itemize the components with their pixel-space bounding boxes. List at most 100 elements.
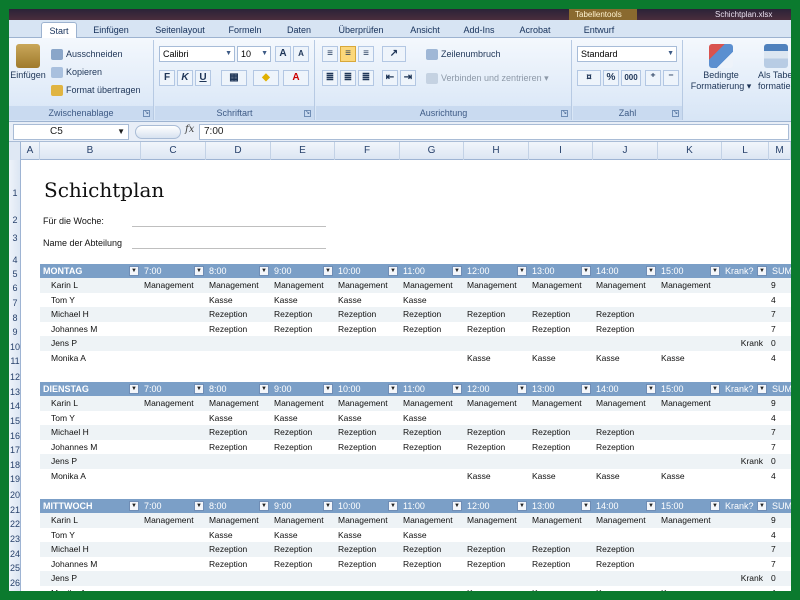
shift-cell[interactable]: Management	[335, 396, 400, 411]
shift-cell[interactable]: Management	[529, 278, 593, 293]
shift-cell[interactable]	[658, 336, 722, 351]
shift-cell[interactable]: Rezeption	[593, 440, 658, 455]
shift-cell[interactable]	[141, 351, 206, 366]
shift-cell[interactable]: Rezeption	[400, 542, 464, 557]
shift-cell[interactable]	[400, 454, 464, 469]
sum-cell[interactable]: 4	[769, 351, 791, 366]
shift-cell[interactable]	[658, 440, 722, 455]
filter-dropdown-icon[interactable]: ▼	[710, 501, 720, 511]
shift-cell[interactable]: Management	[529, 513, 593, 528]
shift-cell[interactable]: Rezeption	[400, 425, 464, 440]
insert-function-icon[interactable]: fx	[185, 124, 194, 135]
employee-name-cell[interactable]: Michael H	[40, 542, 141, 557]
shift-cell[interactable]	[206, 336, 271, 351]
sick-cell[interactable]	[722, 425, 769, 440]
alignment-launcher-icon[interactable]: ↘	[561, 110, 568, 117]
sum-cell[interactable]: 7	[769, 557, 791, 572]
number-format-select[interactable]: Standard ▼	[577, 46, 677, 62]
shift-cell[interactable]	[593, 293, 658, 308]
sick-cell[interactable]	[722, 278, 769, 293]
grow-font-button[interactable]: A	[275, 46, 291, 62]
shift-cell[interactable]: Kasse	[658, 586, 722, 591]
shift-cell[interactable]: Management	[335, 278, 400, 293]
shift-cell[interactable]	[658, 454, 722, 469]
shift-cell[interactable]	[529, 454, 593, 469]
shift-cell[interactable]: Kasse	[593, 351, 658, 366]
shift-cell[interactable]: Rezeption	[271, 425, 335, 440]
shift-cell[interactable]: Rezeption	[529, 425, 593, 440]
row-header[interactable]: 5	[9, 269, 21, 279]
align-middle-button[interactable]: ≡	[340, 46, 356, 62]
sum-cell[interactable]: 7	[769, 322, 791, 337]
conditional-formatting-button[interactable]: Bedingte Formatierung ▾	[686, 44, 756, 92]
shift-cell[interactable]	[141, 425, 206, 440]
sum-cell[interactable]: 0	[769, 571, 791, 586]
column-header[interactable]: K	[658, 142, 722, 160]
shift-cell[interactable]	[141, 557, 206, 572]
shift-cell[interactable]	[400, 571, 464, 586]
shift-cell[interactable]: Management	[529, 396, 593, 411]
merge-center-button[interactable]: Verbinden und zentrieren ▾	[426, 70, 549, 86]
shift-cell[interactable]	[271, 469, 335, 484]
sick-cell[interactable]	[722, 469, 769, 484]
shift-cell[interactable]: Rezeption	[271, 542, 335, 557]
shift-cell[interactable]: Rezeption	[400, 557, 464, 572]
align-top-button[interactable]: ≡	[322, 46, 338, 62]
shrink-font-button[interactable]: A	[293, 46, 309, 62]
shift-cell[interactable]: Management	[400, 278, 464, 293]
sick-cell[interactable]	[722, 307, 769, 322]
shift-cell[interactable]	[206, 586, 271, 591]
format-painter-button[interactable]: Format übertragen	[51, 82, 141, 98]
shift-cell[interactable]: Management	[464, 396, 529, 411]
sum-cell[interactable]: 7	[769, 542, 791, 557]
sick-cell[interactable]	[722, 351, 769, 366]
shift-cell[interactable]	[593, 336, 658, 351]
orientation-button[interactable]: ↗	[382, 46, 406, 62]
shift-cell[interactable]: Management	[400, 396, 464, 411]
shift-cell[interactable]: Management	[464, 513, 529, 528]
shift-cell[interactable]	[529, 336, 593, 351]
shift-cell[interactable]	[141, 411, 206, 426]
shift-cell[interactable]	[464, 528, 529, 543]
shift-cell[interactable]: Management	[658, 396, 722, 411]
column-header[interactable]: D	[206, 142, 271, 160]
employee-name-cell[interactable]: Karin L	[40, 278, 141, 293]
filter-dropdown-icon[interactable]: ▼	[646, 266, 656, 276]
shift-cell[interactable]: Management	[593, 396, 658, 411]
employee-name-cell[interactable]: Jens P	[40, 571, 141, 586]
column-header[interactable]: B	[40, 142, 141, 160]
shift-cell[interactable]: Rezeption	[335, 322, 400, 337]
thousands-button[interactable]: 000	[621, 70, 641, 86]
sum-cell[interactable]: 7	[769, 425, 791, 440]
filter-dropdown-icon[interactable]: ▼	[452, 266, 462, 276]
filter-dropdown-icon[interactable]: ▼	[129, 501, 139, 511]
shift-cell[interactable]: Kasse	[400, 293, 464, 308]
filter-dropdown-icon[interactable]: ▼	[710, 384, 720, 394]
day-header[interactable]: MITTWOCH	[40, 499, 141, 513]
shift-cell[interactable]	[464, 293, 529, 308]
shift-cell[interactable]: Kasse	[335, 293, 400, 308]
shift-cell[interactable]: Rezeption	[206, 322, 271, 337]
shift-cell[interactable]: Management	[141, 396, 206, 411]
tab-start[interactable]: Start	[41, 22, 77, 38]
shift-cell[interactable]	[593, 571, 658, 586]
filter-dropdown-icon[interactable]: ▼	[757, 501, 767, 511]
row-header[interactable]: 7	[9, 298, 21, 308]
shift-cell[interactable]	[335, 571, 400, 586]
shift-cell[interactable]: Kasse	[206, 411, 271, 426]
shift-cell[interactable]	[206, 571, 271, 586]
sum-cell[interactable]: 4	[769, 293, 791, 308]
column-header[interactable]: J	[593, 142, 658, 160]
shift-cell[interactable]	[400, 336, 464, 351]
shift-cell[interactable]: Rezeption	[464, 322, 529, 337]
filter-dropdown-icon[interactable]: ▼	[259, 384, 269, 394]
sick-cell[interactable]	[722, 396, 769, 411]
shift-cell[interactable]: Kasse	[206, 528, 271, 543]
shift-cell[interactable]: Rezeption	[529, 307, 593, 322]
employee-name-cell[interactable]: Michael H	[40, 425, 141, 440]
week-input-line[interactable]	[132, 226, 326, 227]
employee-name-cell[interactable]: Tom Y	[40, 411, 141, 426]
increase-decimal-button[interactable]: ⁺	[645, 70, 661, 86]
shift-cell[interactable]: Rezeption	[335, 425, 400, 440]
shift-cell[interactable]: Kasse	[271, 411, 335, 426]
